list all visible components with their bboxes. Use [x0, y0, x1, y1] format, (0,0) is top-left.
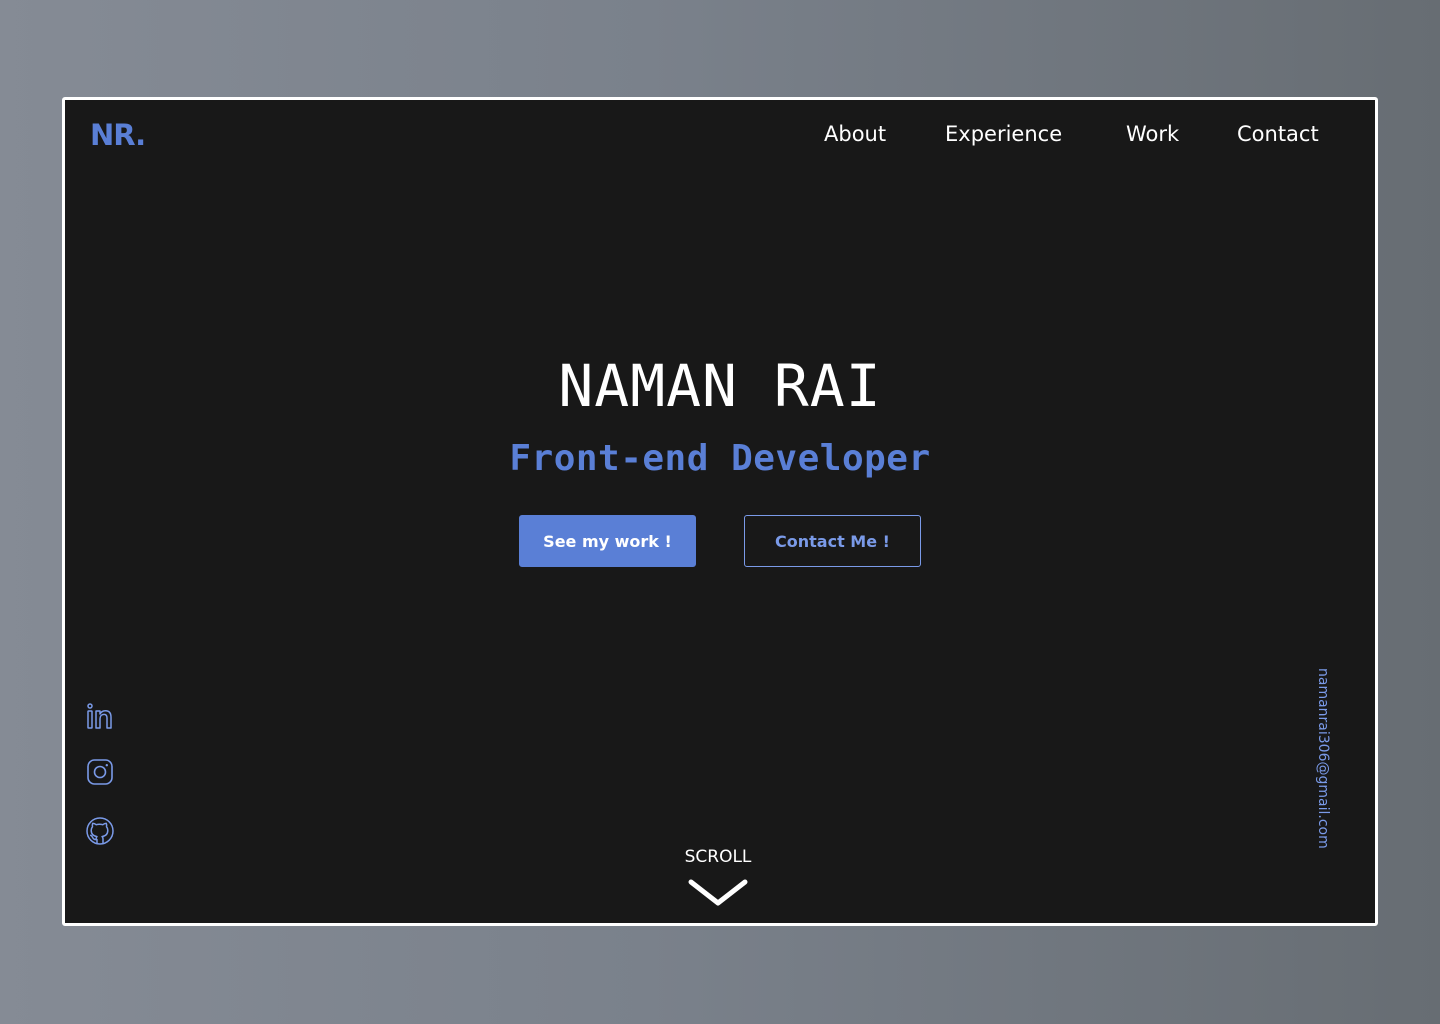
github-link[interactable]: [85, 816, 115, 846]
chevron-down-icon: [688, 879, 748, 906]
email-text: namanrai306@gmail.com: [1315, 668, 1331, 849]
nav-link-contact[interactable]: Contact: [1237, 122, 1319, 146]
site-logo[interactable]: NR.: [90, 118, 146, 152]
nav-link-about[interactable]: About: [824, 122, 886, 146]
scroll-label: SCROLL: [684, 847, 752, 867]
see-my-work-button[interactable]: See my work !: [519, 515, 696, 567]
hero-name: NAMAN RAI: [558, 352, 882, 420]
instagram-icon: [87, 759, 113, 785]
github-icon: [86, 817, 114, 845]
nav-link-work[interactable]: Work: [1126, 122, 1179, 146]
linkedin-icon: [87, 703, 112, 729]
linkedin-link[interactable]: [85, 702, 115, 732]
contact-me-button[interactable]: Contact Me !: [744, 515, 921, 567]
portfolio-window: NR. About Experience Work Contact NAMAN …: [62, 97, 1378, 926]
scroll-indicator[interactable]: SCROLL: [665, 847, 771, 915]
hero-role: Front-end Developer: [509, 438, 931, 479]
instagram-link[interactable]: [85, 757, 115, 787]
email-link[interactable]: namanrai306@gmail.com: [1305, 668, 1345, 863]
nav-link-experience[interactable]: Experience: [945, 122, 1062, 146]
